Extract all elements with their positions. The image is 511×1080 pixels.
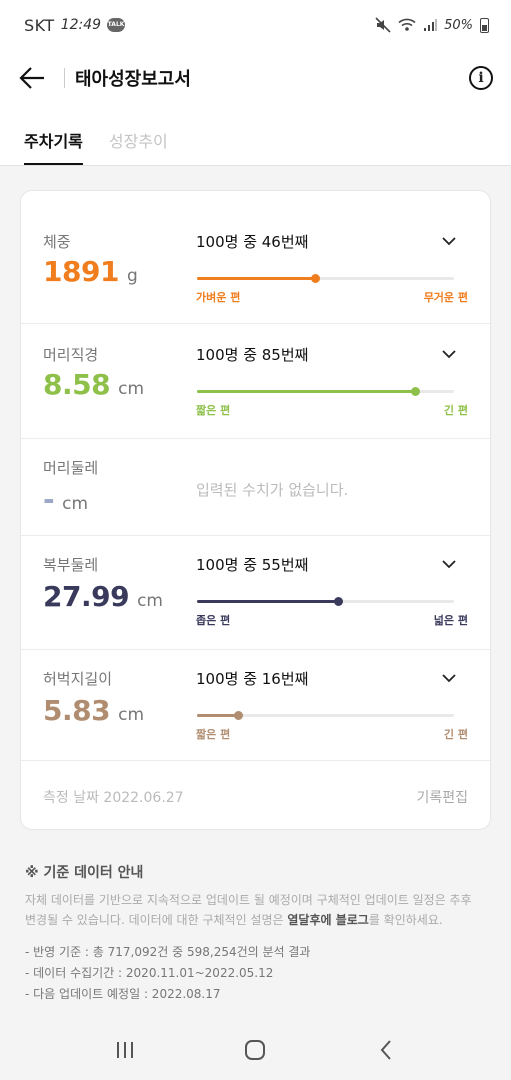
range-left-label: 가벼운 편 — [196, 291, 241, 304]
measurement-row-thigh-length[interactable]: 허벅지길이 5.83 cm 100명 중 16번째 짧은 편 긴 편 — [21, 650, 492, 760]
rank-text: 100명 중 16번째 — [196, 670, 309, 688]
notice-title: ※ 기준 데이터 안내 — [25, 865, 144, 881]
recent-apps-icon — [117, 1042, 134, 1058]
chevron-down-icon[interactable] — [437, 666, 461, 690]
mute-icon — [375, 17, 391, 33]
measurement-row-abdominal-circumference[interactable]: 복부둘레 27.99 cm 100명 중 55번째 좁은 편 넓은 편 — [21, 536, 492, 649]
measurement-label: 체중 — [43, 233, 71, 251]
info-icon: i — [469, 66, 493, 90]
measurement-unit: cm — [62, 494, 89, 514]
measurement-value: 8.58 cm — [43, 368, 144, 401]
measurement-number: 27.99 — [43, 580, 130, 613]
percentile-fill — [197, 390, 416, 393]
percentile-marker — [334, 597, 344, 606]
title-divider — [64, 68, 65, 88]
measurement-value: 27.99 cm — [43, 580, 163, 613]
rank-text: 100명 중 46번째 — [196, 233, 309, 251]
info-button[interactable]: i — [451, 50, 511, 106]
range-left-label: 좁은 편 — [196, 614, 231, 627]
measurement-label: 머리직경 — [43, 346, 99, 364]
range-right-label: 무거운 편 — [423, 291, 468, 304]
empty-message: 입력된 수치가 없습니다. — [196, 481, 349, 499]
measurement-label: 허벅지길이 — [43, 670, 113, 688]
measurement-row-head-circumference[interactable]: 머리둘레 - cm 입력된 수치가 없습니다. — [21, 439, 492, 535]
range-right-label: 넓은 편 — [433, 614, 468, 627]
tab-bar: 주차기록 성장추이 — [0, 106, 511, 166]
signal-icon — [424, 19, 438, 31]
percentile-track — [197, 711, 454, 720]
battery-icon — [480, 17, 489, 33]
measurement-label: 머리둘레 — [43, 459, 99, 477]
measurement-value: 1891 g — [43, 255, 138, 288]
measurement-value: 5.83 cm — [43, 694, 144, 727]
notice-list-item: - 다음 업데이트 예정일 : 2022.08.17 — [25, 987, 221, 1001]
rank-text: 100명 중 55번째 — [196, 556, 309, 574]
chevron-down-icon[interactable] — [437, 229, 461, 253]
percentile-fill — [197, 714, 239, 717]
measurement-row-weight[interactable]: 체중 1891 g 100명 중 46번째 가벼운 편 무거운 편 — [21, 211, 492, 323]
row-divider — [21, 760, 492, 761]
percentile-fill — [197, 277, 316, 280]
percentile-marker — [411, 387, 421, 396]
measurement-number: - — [43, 483, 55, 516]
notice-list-item: - 반영 기준 : 총 717,092건 중 598,254건의 분석 결과 — [25, 945, 311, 959]
notice-text: 를 확인하세요. — [368, 913, 443, 927]
rank-text: 100명 중 85번째 — [196, 346, 309, 364]
recent-apps-button[interactable] — [95, 1025, 155, 1075]
app-bar: 태아성장보고서 i — [0, 50, 511, 106]
percentile-marker — [234, 711, 244, 720]
kakaotalk-notification-icon: TALK — [107, 18, 126, 32]
measurement-number: 8.58 — [43, 368, 111, 401]
range-right-label: 긴 편 — [443, 728, 468, 741]
measurement-unit: cm — [137, 591, 163, 611]
reference-data-notice: ※ 기준 데이터 안내 자체 데이터를 기반으로 지속적으로 업데이트 될 예정… — [25, 862, 485, 1005]
measurement-unit: g — [126, 266, 138, 286]
tab-weekly-record[interactable]: 주차기록 — [24, 128, 83, 165]
blog-link[interactable]: 열달후에 블로그 — [287, 913, 368, 927]
measurement-date: 측정 날짜 2022.06.27 — [43, 790, 184, 806]
percentile-track — [197, 387, 454, 396]
percentile-track — [197, 597, 454, 606]
percentile-marker — [311, 274, 321, 283]
range-right-label: 긴 편 — [443, 404, 468, 417]
measurement-label: 복부둘레 — [43, 556, 99, 574]
home-button[interactable] — [225, 1025, 285, 1075]
edit-record-button[interactable]: 기록편집 — [416, 787, 468, 807]
clock: 12:49 — [60, 17, 102, 33]
chevron-down-icon[interactable] — [437, 552, 461, 576]
carrier-label: SKT — [24, 15, 55, 35]
status-bar: SKT 12:49 TALK 50% — [0, 0, 511, 50]
measurement-row-head-diameter[interactable]: 머리직경 8.58 cm 100명 중 85번째 짧은 편 긴 편 — [21, 324, 492, 438]
measurement-number: 5.83 — [43, 694, 111, 727]
percentile-track — [197, 274, 454, 283]
measurement-value: - cm — [43, 483, 88, 516]
measurement-card: 체중 1891 g 100명 중 46번째 가벼운 편 무거운 편 머리직경 8… — [20, 190, 492, 830]
back-button[interactable] — [0, 50, 64, 106]
notice-body: 자체 데이터를 기반으로 지속적으로 업데이트 될 예정이며 구체적인 업데이트… — [25, 890, 485, 930]
system-navigation-bar — [0, 1020, 511, 1080]
range-left-label: 짧은 편 — [196, 728, 231, 741]
notice-list: - 반영 기준 : 총 717,092건 중 598,254건의 분석 결과 -… — [25, 942, 485, 1005]
back-nav-button[interactable] — [356, 1025, 416, 1075]
home-icon — [245, 1040, 266, 1060]
chevron-left-icon — [380, 1040, 391, 1060]
range-left-label: 짧은 편 — [196, 404, 231, 417]
percentile-fill — [197, 600, 339, 603]
measurement-unit: cm — [118, 379, 145, 399]
wifi-icon — [398, 18, 416, 31]
notice-list-item: - 데이터 수집기간 : 2020.11.01~2022.05.12 — [25, 966, 274, 980]
measurement-unit: cm — [118, 705, 145, 725]
battery-percent: 50% — [444, 17, 473, 33]
page-title: 태아성장보고서 — [75, 69, 191, 90]
chevron-down-icon[interactable] — [437, 342, 461, 366]
measurement-number: 1891 — [43, 255, 119, 288]
arrow-left-icon — [19, 67, 44, 89]
tab-growth-trend[interactable]: 성장추이 — [109, 128, 168, 165]
